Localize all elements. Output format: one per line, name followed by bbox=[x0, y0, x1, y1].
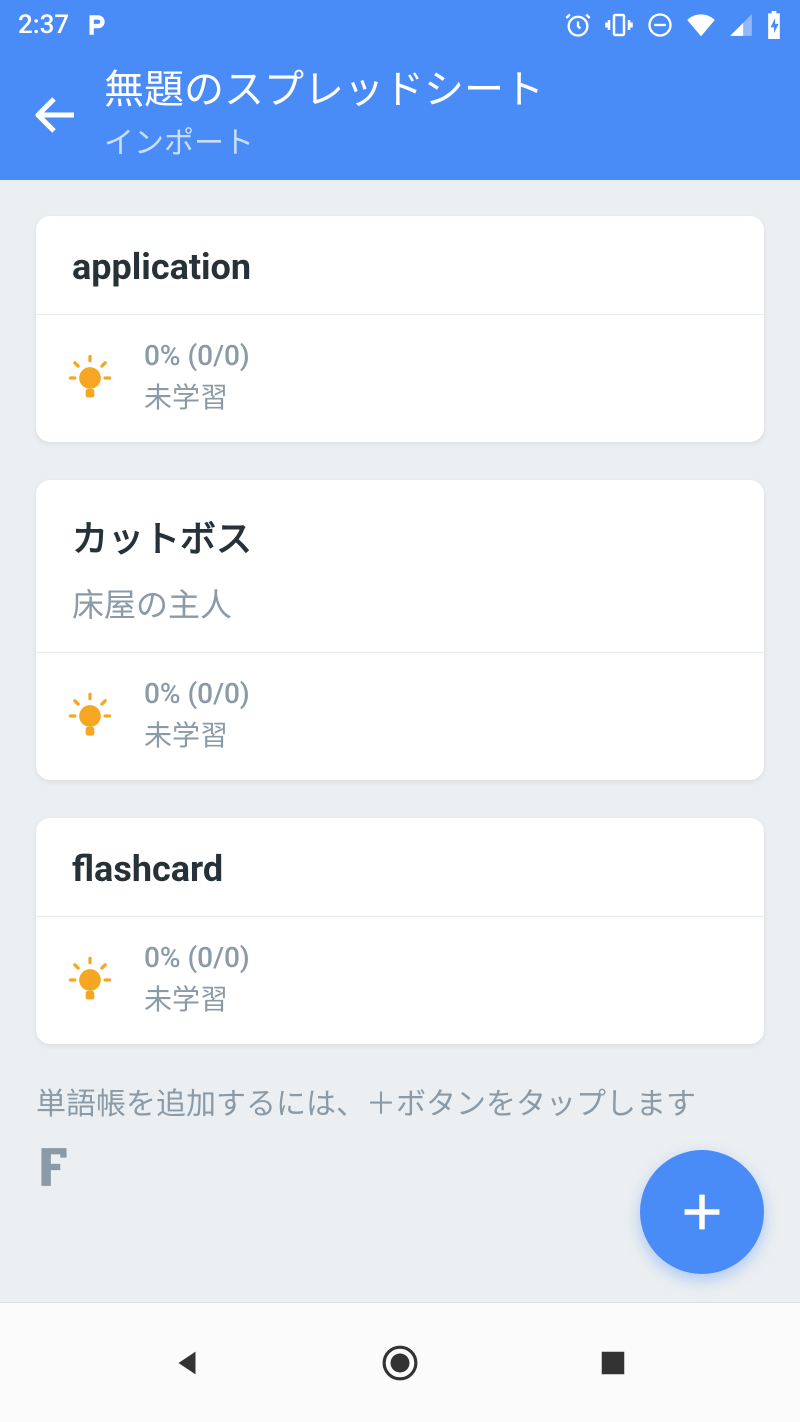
card-title: カットボス bbox=[72, 510, 728, 562]
battery-icon bbox=[766, 11, 782, 39]
status-right bbox=[564, 10, 782, 40]
deck-card[interactable]: flashcard 0% (0/0) 未学習 bbox=[36, 818, 764, 1044]
content-area: application 0% (0/0) 未学習 カットボス 床屋の主人 0% … bbox=[0, 180, 800, 1185]
nav-home-button[interactable] bbox=[360, 1323, 440, 1403]
card-footer: 0% (0/0) 未学習 bbox=[36, 916, 764, 1044]
signal-icon bbox=[728, 12, 754, 38]
progress-text: 0% (0/0) bbox=[144, 941, 250, 974]
card-subtitle: 床屋の主人 bbox=[72, 580, 728, 626]
card-header: カットボス 床屋の主人 bbox=[36, 480, 764, 652]
status-text: 未学習 bbox=[144, 376, 250, 416]
deck-card[interactable]: カットボス 床屋の主人 0% (0/0) 未学習 bbox=[36, 480, 764, 780]
status-bar: 2:37 bbox=[0, 0, 800, 50]
square-recent-icon bbox=[598, 1348, 628, 1378]
back-button[interactable] bbox=[16, 50, 96, 180]
hint-text: 単語帳を追加するには、＋ボタンをタップします bbox=[36, 1082, 764, 1137]
page-subtitle: インポート bbox=[104, 118, 544, 162]
status-text: 未学習 bbox=[144, 978, 250, 1018]
circle-home-icon bbox=[381, 1344, 419, 1382]
parking-icon bbox=[83, 12, 109, 38]
plus-icon bbox=[680, 1190, 724, 1234]
progress-text: 0% (0/0) bbox=[144, 339, 250, 372]
card-footer: 0% (0/0) 未学習 bbox=[36, 652, 764, 780]
stat-block: 0% (0/0) 未学習 bbox=[144, 677, 250, 754]
back-arrow-icon bbox=[32, 91, 80, 139]
progress-text: 0% (0/0) bbox=[144, 677, 250, 710]
status-left: 2:37 bbox=[18, 10, 109, 40]
alarm-icon bbox=[564, 11, 592, 39]
title-block: 無題のスプレッドシート インポート bbox=[96, 68, 544, 162]
wifi-icon bbox=[686, 10, 716, 40]
stat-block: 0% (0/0) 未学習 bbox=[144, 941, 250, 1018]
nav-recent-button[interactable] bbox=[573, 1323, 653, 1403]
deck-card[interactable]: application 0% (0/0) 未学習 bbox=[36, 216, 764, 442]
page-title: 無題のスプレッドシート bbox=[104, 68, 544, 112]
lightbulb-icon bbox=[60, 352, 120, 404]
card-header: application bbox=[36, 216, 764, 314]
status-text: 未学習 bbox=[144, 714, 250, 754]
lightbulb-icon bbox=[60, 690, 120, 742]
triangle-back-icon bbox=[170, 1346, 204, 1380]
dnd-icon bbox=[646, 11, 674, 39]
stat-block: 0% (0/0) 未学習 bbox=[144, 339, 250, 416]
add-button[interactable] bbox=[640, 1150, 764, 1274]
status-time: 2:37 bbox=[18, 10, 69, 40]
vibrate-icon bbox=[604, 10, 634, 40]
card-title: application bbox=[72, 246, 728, 288]
app-logo-icon bbox=[36, 1145, 72, 1185]
navigation-bar bbox=[0, 1302, 800, 1422]
lightbulb-icon bbox=[60, 954, 120, 1006]
nav-back-button[interactable] bbox=[147, 1323, 227, 1403]
card-footer: 0% (0/0) 未学習 bbox=[36, 314, 764, 442]
app-bar: 無題のスプレッドシート インポート bbox=[0, 50, 800, 180]
card-header: flashcard bbox=[36, 818, 764, 916]
card-title: flashcard bbox=[72, 848, 728, 890]
